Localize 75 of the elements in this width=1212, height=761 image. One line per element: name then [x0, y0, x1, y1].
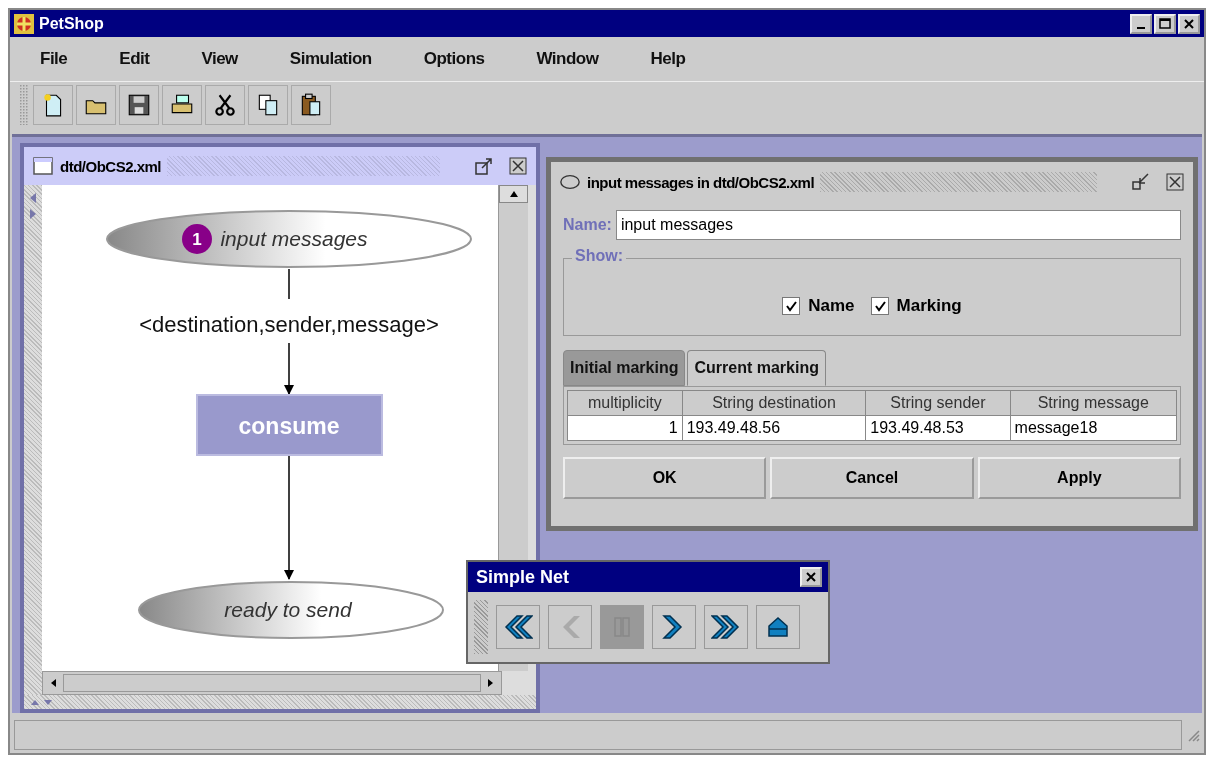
- fast-back-button[interactable]: [496, 605, 540, 649]
- column-header[interactable]: multiplicity: [567, 390, 683, 416]
- column-header[interactable]: String sender: [865, 390, 1011, 416]
- maximize-button[interactable]: [1154, 13, 1176, 34]
- palette-title: Simple Net: [476, 566, 570, 588]
- expand-arrows-icon[interactable]: [28, 191, 38, 221]
- restore-icon[interactable]: [1131, 172, 1151, 192]
- copy-button[interactable]: [248, 85, 288, 125]
- place-icon: [559, 172, 581, 192]
- app-logo-icon: [14, 13, 34, 34]
- close-icon[interactable]: [508, 156, 528, 176]
- menu-item[interactable]: File: [40, 49, 68, 69]
- minimize-button[interactable]: [1130, 13, 1152, 34]
- paste-button[interactable]: [291, 85, 331, 125]
- tab[interactable]: Current marking: [687, 350, 826, 386]
- scissors-icon: [212, 92, 238, 118]
- double-chevron-right-icon: [711, 612, 741, 642]
- table-cell: 193.49.48.53: [865, 415, 1011, 441]
- maximize-icon[interactable]: [474, 156, 494, 176]
- arc-label: <destination,sender,message>: [139, 312, 439, 337]
- print-button[interactable]: [162, 85, 202, 125]
- dialog-button[interactable]: OK: [563, 457, 767, 499]
- table-cell: message18: [1010, 415, 1177, 441]
- toolbar-grip[interactable]: [18, 85, 30, 125]
- window-title: PetShop: [39, 14, 105, 33]
- close-button[interactable]: [1178, 13, 1200, 34]
- column-header[interactable]: String message: [1010, 390, 1177, 416]
- cut-button[interactable]: [205, 85, 245, 125]
- eject-button[interactable]: [756, 605, 800, 649]
- fast-forward-button[interactable]: [704, 605, 748, 649]
- marking-badge: 1: [182, 224, 212, 254]
- name-label: Name:: [563, 216, 612, 234]
- save-button[interactable]: [119, 85, 159, 125]
- arc-line: [288, 268, 290, 300]
- transition-label: consume: [238, 413, 340, 439]
- name-field[interactable]: input messages: [615, 210, 1181, 240]
- double-chevron-left-icon: [503, 612, 533, 642]
- checkbox-label: Marking: [896, 296, 962, 316]
- tab[interactable]: Initial marking: [563, 350, 686, 386]
- new-button[interactable]: [33, 85, 73, 125]
- table-cell: 193.49.48.56: [682, 415, 866, 441]
- maximize-icon: [1158, 16, 1172, 31]
- palette-grip[interactable]: [474, 600, 488, 654]
- resize-grip-icon[interactable]: [1186, 728, 1200, 742]
- forward-button[interactable]: [652, 605, 696, 649]
- checkbox[interactable]: [870, 297, 889, 315]
- close-icon: [1182, 16, 1196, 31]
- checkbox-label: Name: [808, 296, 855, 316]
- dialog-button[interactable]: Apply: [977, 457, 1181, 499]
- scroll-right-icon[interactable]: [485, 678, 495, 688]
- close-icon[interactable]: [1165, 172, 1185, 192]
- menu-item[interactable]: Help: [650, 49, 686, 69]
- close-icon: [804, 570, 818, 584]
- dialog-title: input messages in dtd/ObCS2.xml: [587, 173, 815, 191]
- checkbox[interactable]: [782, 297, 801, 315]
- arc-arrow: [284, 342, 294, 395]
- dialog-button[interactable]: Cancel: [770, 457, 974, 499]
- horizontal-scrollbar[interactable]: [42, 671, 502, 695]
- column-header[interactable]: String destination: [682, 390, 866, 416]
- window-icon: [32, 156, 54, 176]
- place-label: ready to send: [224, 598, 352, 621]
- menu-item[interactable]: View: [201, 49, 238, 69]
- collapse-arrows-icon[interactable]: [30, 698, 54, 706]
- menu-item[interactable]: Options: [423, 49, 485, 69]
- frame-title: dtd/ObCS2.xml: [60, 157, 161, 175]
- close-button[interactable]: [800, 567, 822, 587]
- table-cell: 1: [567, 415, 683, 441]
- menu-item[interactable]: Simulation: [289, 49, 372, 69]
- minimize-icon: [1137, 26, 1145, 29]
- menu-item[interactable]: Window: [536, 49, 599, 69]
- place-label: input messages: [220, 227, 368, 250]
- scroll-up-icon[interactable]: [508, 190, 519, 198]
- open-button[interactable]: [76, 85, 116, 125]
- menu-item[interactable]: Edit: [119, 49, 150, 69]
- scroll-left-icon[interactable]: [49, 678, 59, 688]
